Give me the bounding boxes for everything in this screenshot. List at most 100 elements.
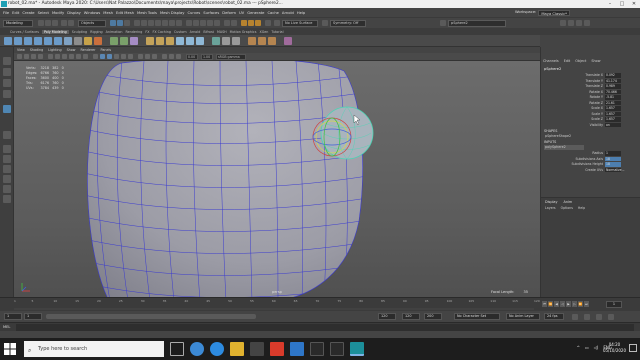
command-input[interactable] (16, 324, 634, 331)
attr-value[interactable]: 1.657 (605, 111, 621, 117)
snap-curve-icon[interactable] (193, 20, 199, 26)
textured-icon[interactable] (114, 54, 119, 59)
select-tool-icon[interactable] (3, 57, 11, 65)
attr-row[interactable]: Visibility on (541, 122, 640, 128)
snap-point-icon[interactable] (200, 20, 206, 26)
step-forward-icon[interactable]: ▷ (572, 301, 577, 307)
undo-icon[interactable] (61, 20, 67, 26)
shelf-tab-bifrost[interactable]: Bifrost (203, 30, 214, 34)
edge-browser-icon[interactable] (190, 342, 204, 356)
field-chart-icon[interactable] (76, 54, 81, 59)
time-slider[interactable]: 1 5 10 15 20 25 30 35 40 45 50 55 60 65 70 75 80 85 90 95 10… (0, 297, 640, 311)
select-component-icon[interactable] (124, 20, 130, 26)
menu-help[interactable]: Help (297, 11, 305, 15)
mask-joints-icon[interactable] (141, 20, 147, 26)
shape-node[interactable]: pSphereShape2 (544, 134, 584, 139)
separate-icon[interactable] (120, 37, 128, 45)
rename-mode-icon[interactable] (440, 20, 446, 26)
attr-value[interactable]: 18 (605, 162, 621, 167)
attr-value[interactable]: 1.657 (605, 106, 621, 111)
attr-value[interactable]: 21.61 (605, 100, 621, 106)
cb-menu-object[interactable]: Object (575, 59, 586, 63)
menu-file[interactable]: File (3, 11, 9, 15)
maya-taskbar-icon[interactable] (350, 342, 364, 356)
terminal-icon[interactable] (330, 342, 344, 356)
selection-mode-dropdown[interactable]: Objects (78, 20, 106, 27)
planar-map-icon[interactable] (258, 37, 266, 45)
xray-icon[interactable] (138, 54, 143, 59)
play-forward-icon[interactable]: ▶ (566, 301, 571, 307)
panel-menu-shading[interactable]: Shading (30, 48, 43, 52)
scene-mesh[interactable] (14, 61, 540, 297)
center-pivot-icon[interactable] (222, 37, 230, 45)
gamma-field[interactable]: 1.00 (201, 54, 213, 60)
smooth-icon[interactable] (130, 37, 138, 45)
xray-joints-icon[interactable] (145, 54, 150, 59)
isolate-select-icon[interactable] (152, 54, 157, 59)
attr-value[interactable]: 1.657 (605, 117, 621, 122)
attr-row[interactable]: Scale Y 1.657 (541, 111, 640, 117)
tray-chevron-icon[interactable]: ^ (577, 345, 580, 350)
auto-key-icon[interactable] (584, 314, 590, 320)
shelf-tab-custom[interactable]: Custom (174, 30, 187, 34)
shelf-tab-animation[interactable]: Animation (106, 30, 123, 34)
four-view-layout-icon[interactable] (3, 155, 11, 163)
menu-mesh-tools[interactable]: Mesh Tools (137, 11, 157, 15)
symmetry-icon[interactable] (322, 20, 328, 26)
lasso-tool-icon[interactable] (3, 68, 11, 76)
poly-cone-icon[interactable] (34, 37, 42, 45)
shelf-tab-curves[interactable]: Curves / Surfaces (10, 30, 39, 34)
taskbar-search-input[interactable]: Type here to search (24, 341, 164, 357)
input-node[interactable]: polySphere2 (544, 145, 584, 150)
media-player-icon[interactable] (270, 342, 284, 356)
select-hierarchy-icon[interactable] (110, 20, 116, 26)
save-scene-icon[interactable] (52, 20, 58, 26)
task-view-icon[interactable] (170, 342, 184, 356)
attr-row[interactable]: Rotate Z 21.61 (541, 100, 640, 106)
step-back-icon[interactable]: ◀ (554, 301, 559, 307)
ambient-occlusion-icon[interactable] (162, 54, 167, 59)
mirror-icon[interactable] (284, 37, 292, 45)
extrude-icon[interactable] (146, 37, 154, 45)
persp-outliner-layout-icon[interactable] (3, 165, 11, 173)
store-icon[interactable] (250, 342, 264, 356)
menu-edit-mesh[interactable]: Edit Mesh (116, 11, 134, 15)
menu-deform[interactable]: Deform (222, 11, 236, 15)
shadows-icon[interactable] (128, 54, 133, 59)
character-set-dropdown[interactable]: No Character Set (454, 313, 500, 320)
playback-end-field[interactable]: 120 (378, 313, 396, 320)
menu-modify[interactable]: Modify (52, 11, 64, 15)
render-settings-icon[interactable] (255, 20, 261, 26)
menu-edit[interactable]: Edit (12, 11, 19, 15)
range-bar[interactable] (46, 314, 256, 319)
shelf-tab-mash[interactable]: MASH (217, 30, 227, 34)
goto-start-icon[interactable]: ⏮ (542, 301, 547, 307)
attr-row[interactable]: Translate Z 0.989 (541, 84, 640, 89)
shelf-tab-rigging[interactable]: Rigging (90, 30, 103, 34)
render-frame-icon[interactable] (241, 20, 247, 26)
combine-icon[interactable] (110, 37, 118, 45)
windows-start-icon[interactable] (4, 343, 16, 355)
move-tool-icon[interactable] (3, 90, 11, 98)
input-output-icon[interactable] (224, 20, 230, 26)
taskbar-clock[interactable]: 04:20 05/10/2020 (603, 342, 626, 354)
attr-row[interactable]: Scale X 1.657 (541, 106, 640, 111)
menu-cache[interactable]: Cache (267, 11, 278, 15)
attr-value[interactable]: Normalize... (605, 167, 625, 173)
poly-cube-icon[interactable] (14, 37, 22, 45)
menu-windows[interactable]: Windows (84, 11, 100, 15)
shelf-tab-arnold[interactable]: Arnold (190, 30, 201, 34)
attr-row[interactable]: Translate Y 41.174 (541, 78, 640, 84)
tool-settings-icon[interactable] (576, 20, 582, 26)
object-name-field[interactable]: pSphere2 (448, 20, 506, 27)
mask-deformers-icon[interactable] (162, 20, 168, 26)
input-attr-row[interactable]: Create UVs Normalize... (541, 167, 640, 173)
single-perspective-layout-icon[interactable] (3, 145, 11, 153)
input-attr-row[interactable]: Subdivisions Height 18 (541, 162, 640, 167)
poly-torus-icon[interactable] (44, 37, 52, 45)
outliner-layout-icon[interactable] (3, 185, 11, 193)
modeling-toolkit-icon[interactable] (560, 20, 566, 26)
max-playback-field[interactable]: 200 (424, 313, 442, 320)
menu-create[interactable]: Create (22, 11, 34, 15)
shelf-tab-sculpting[interactable]: Sculpting (72, 30, 87, 34)
